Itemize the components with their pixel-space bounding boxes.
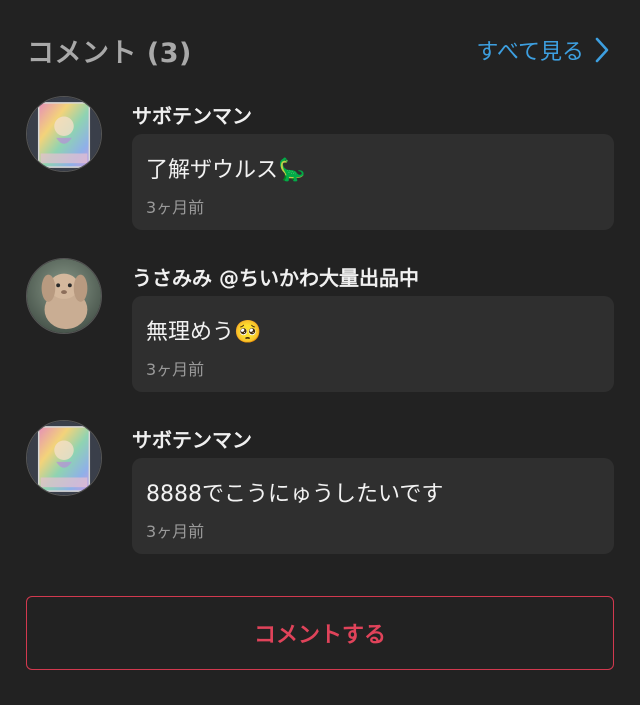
see-all-link[interactable]: すべて見る — [476, 34, 610, 66]
add-comment-label[interactable]: コメントする — [254, 617, 386, 649]
user-avatar[interactable] — [26, 420, 102, 496]
comment-username[interactable]: サボテンマン — [132, 100, 252, 129]
chevron-right-icon[interactable] — [594, 36, 610, 64]
user-avatar[interactable] — [26, 258, 102, 334]
comment-bubble: 無理めう🥺 3ヶ月前 — [132, 296, 614, 392]
comment-timestamp: 3ヶ月前 — [146, 522, 205, 541]
comment-text: 無理めう🥺 — [146, 320, 262, 345]
comments-section: コメント (3) すべて見る サボテンマン 了解ザウルス🦕 3ヶ月前 うさみみ … — [0, 0, 640, 705]
comment-username[interactable]: うさみみ @ちいかわ大量出品中 — [132, 262, 419, 291]
add-comment-button[interactable]: コメントする — [26, 596, 614, 670]
comment-timestamp: 3ヶ月前 — [146, 198, 205, 217]
comment-username[interactable]: サボテンマン — [132, 424, 252, 453]
comment-text: 了解ザウルス🦕 — [146, 158, 306, 183]
comment-bubble: 了解ザウルス🦕 3ヶ月前 — [132, 134, 614, 230]
rabbit-avatar-icon — [27, 259, 101, 333]
comment-timestamp: 3ヶ月前 — [146, 360, 205, 379]
comments-title: コメント (3) — [27, 37, 192, 69]
comments-header: コメント (3) すべて見る — [27, 28, 610, 72]
card-avatar-icon — [27, 97, 101, 171]
comment-bubble: 8888でこうにゅうしたいです 3ヶ月前 — [132, 458, 614, 554]
user-avatar[interactable] — [26, 96, 102, 172]
see-all-label[interactable]: すべて見る — [476, 34, 584, 66]
card-avatar-icon — [27, 421, 101, 495]
comment-text: 8888でこうにゅうしたいです — [146, 482, 444, 507]
